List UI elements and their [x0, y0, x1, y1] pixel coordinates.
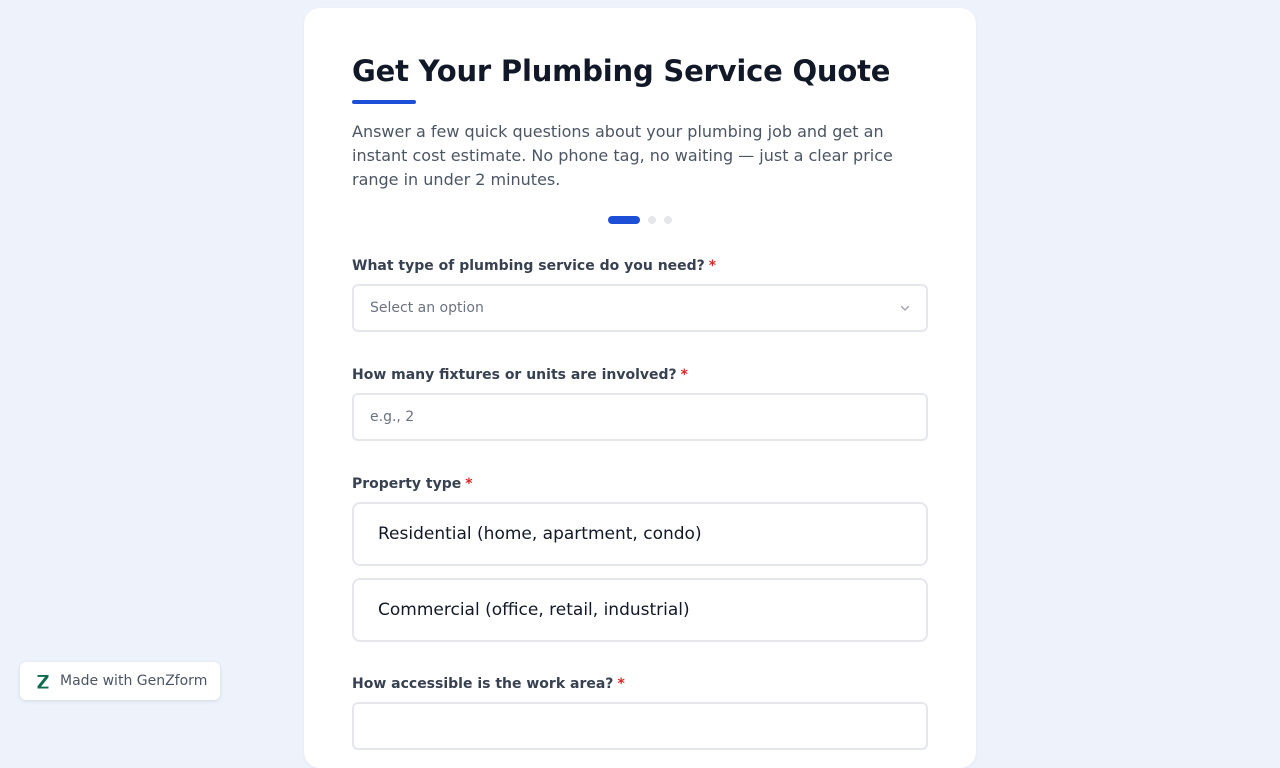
fixtures-placeholder: e.g., 2	[370, 409, 415, 425]
service-type-label: What type of plumbing service do you nee…	[352, 258, 717, 274]
progress-step-3	[664, 216, 672, 224]
required-marker: *	[465, 476, 473, 492]
property-type-label: Property type *	[352, 476, 473, 492]
service-type-placeholder: Select an option	[370, 300, 484, 316]
form-description: Answer a few quick questions about your …	[352, 122, 893, 189]
property-option-commercial[interactable]: Commercial (office, retail, industrial)	[352, 578, 928, 642]
required-marker: *	[708, 258, 717, 274]
form-title: Get Your Plumbing Service Quote	[352, 54, 891, 88]
step-progress-indicator	[608, 216, 672, 224]
z-logo-icon	[37, 675, 49, 689]
progress-step-2	[648, 216, 656, 224]
required-marker: *	[680, 367, 688, 383]
option-label: Residential (home, apartment, condo)	[378, 524, 702, 544]
made-with-badge[interactable]: Made with GenZform	[20, 662, 221, 700]
title-underline	[352, 100, 416, 104]
fixtures-label: How many fixtures or units are involved?…	[352, 367, 688, 383]
accessibility-label: How accessible is the work area? *	[352, 676, 625, 692]
required-marker: *	[617, 676, 625, 692]
badge-text: Made with GenZform	[60, 673, 208, 689]
option-label: Commercial (office, retail, industrial)	[378, 600, 690, 620]
property-option-residential[interactable]: Residential (home, apartment, condo)	[352, 502, 928, 566]
fixtures-input[interactable]: e.g., 2	[352, 393, 928, 441]
chevron-down-icon	[900, 305, 910, 311]
accessibility-select[interactable]	[352, 702, 928, 750]
service-type-select[interactable]: Select an option	[352, 284, 928, 332]
form-card: Get Your Plumbing Service Quote Answer a…	[304, 8, 976, 768]
progress-step-1-active	[608, 216, 640, 224]
